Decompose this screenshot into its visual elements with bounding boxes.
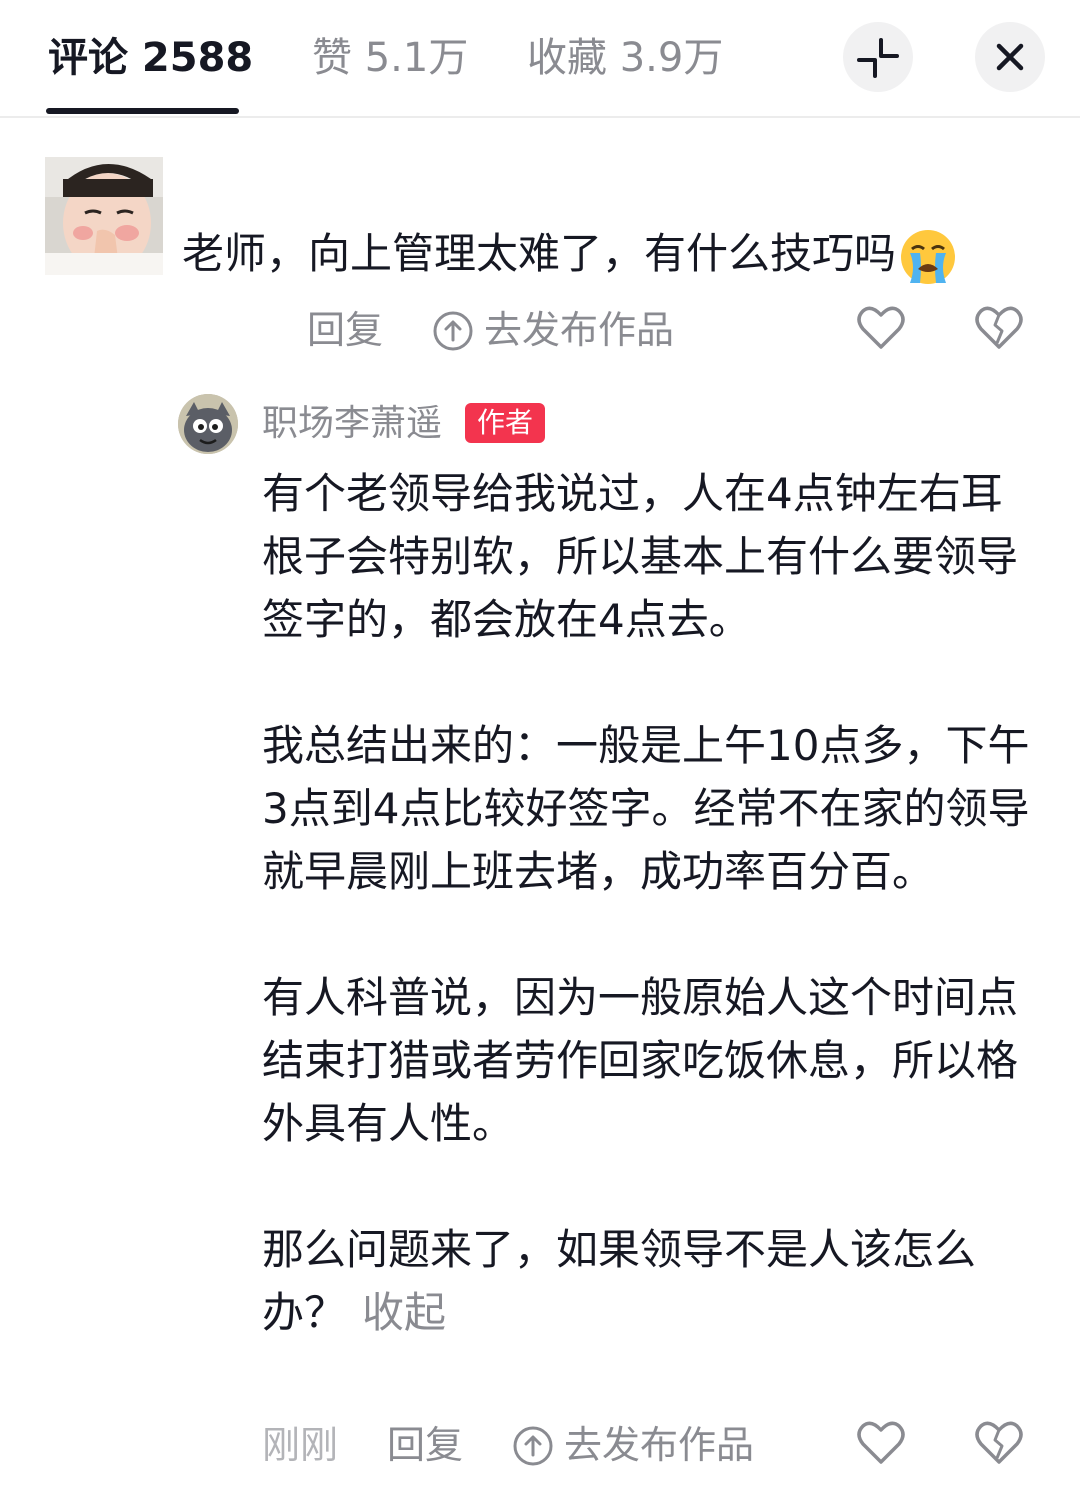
broken-heart-icon[interactable] — [975, 1420, 1023, 1466]
tab-comments[interactable]: 评论 2588 — [48, 30, 253, 86]
share-upload-icon[interactable] — [432, 310, 474, 352]
crying-face-emoji — [901, 229, 956, 284]
tab-favorites[interactable]: 收藏 3.9万 — [527, 30, 723, 86]
tab-likes[interactable]: 赞 5.1万 — [312, 30, 468, 86]
author-name[interactable]: 职场李萧遥 — [262, 399, 442, 449]
active-tab-indicator — [46, 108, 239, 114]
publish-work-link[interactable]: 去发布作品 — [564, 1420, 754, 1470]
collapse-button[interactable] — [843, 22, 913, 92]
heart-icon[interactable] — [857, 1420, 905, 1466]
collapse-link[interactable]: 收起 — [362, 1288, 446, 1337]
reply-button[interactable]: 回复 — [387, 1420, 463, 1470]
publish-work-link[interactable]: 去发布作品 — [484, 305, 674, 355]
comment-text: 老师，向上管理太难了，有什么技巧吗 — [182, 222, 958, 287]
reply-button[interactable]: 回复 — [307, 305, 383, 355]
comment-tabs-bar: 评论 2588 赞 5.1万 收藏 3.9万 — [0, 0, 1080, 118]
reply-paragraph: 有个老领导给我说过，人在4点钟左右耳根子会特别软，所以基本上有什么要领导签字的，… — [262, 469, 1019, 644]
comment-text-content: 老师，向上管理太难了，有什么技巧吗 — [182, 229, 897, 278]
close-icon — [996, 43, 1024, 71]
reply-paragraph: 有人科普说，因为一般原始人这个时间点结束打猎或者劳作回家吃饭休息，所以格外具有人… — [262, 973, 1019, 1148]
close-button[interactable] — [975, 22, 1045, 92]
reply-paragraph: 那么问题来了，如果领导不是人该怎么办？ 收起 — [262, 1218, 1042, 1344]
author-badge: 作者 — [465, 403, 546, 443]
heart-icon[interactable] — [857, 305, 905, 351]
collapse-arrows-icon — [857, 38, 899, 78]
reply-paragraph: 我总结出来的：一般是上午10点多，下午3点到4点比较好签字。经常不在家的领导就早… — [262, 721, 1030, 896]
broken-heart-icon[interactable] — [975, 305, 1023, 351]
author-avatar[interactable] — [178, 394, 238, 454]
reply-text: 有个老领导给我说过，人在4点钟左右耳根子会特别软，所以基本上有什么要领导签字的，… — [262, 462, 1042, 1344]
share-upload-icon[interactable] — [512, 1425, 554, 1467]
reply-timestamp: 刚刚 — [262, 1423, 339, 1467]
commenter-avatar[interactable] — [45, 157, 163, 275]
